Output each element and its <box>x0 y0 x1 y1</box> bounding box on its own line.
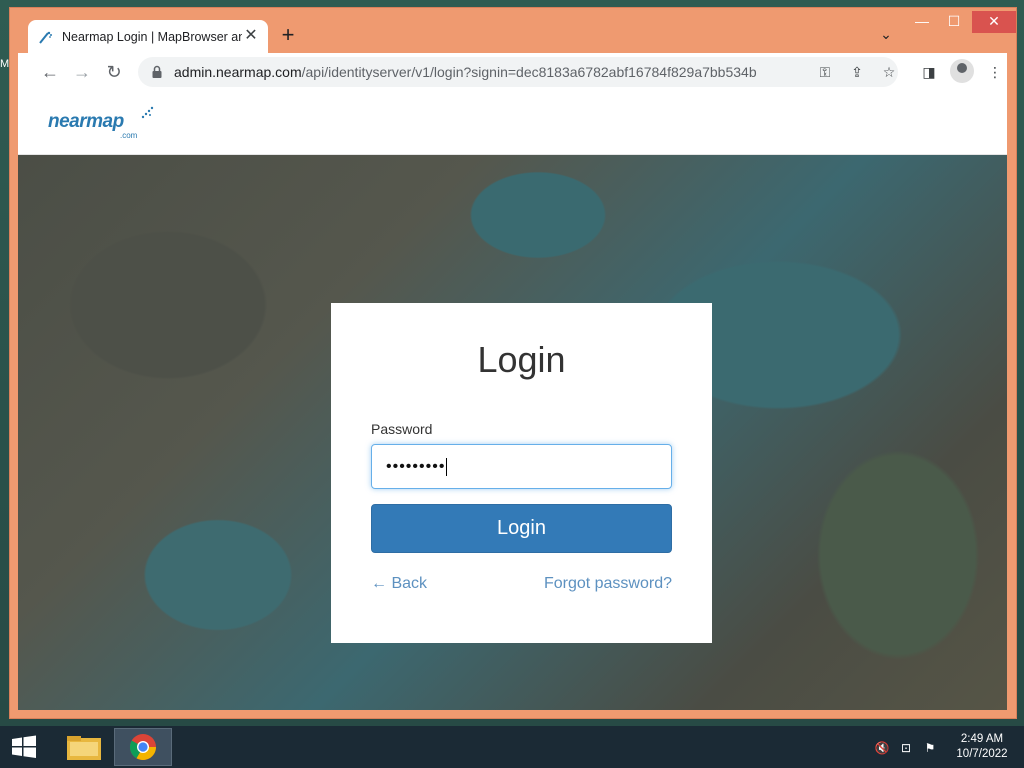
clock-date: 10/7/2022 <box>956 748 1008 760</box>
tab-search-icon[interactable]: ⌄ <box>876 26 896 46</box>
minimize-button[interactable]: — <box>908 11 936 33</box>
browser-window: Nearmap Login | MapBrowser an ✕ + ⌄ — ☐ … <box>9 7 1017 719</box>
desktop-edge-label: M <box>0 58 10 70</box>
system-clock[interactable]: 2:49 AM 10/7/2022 <box>950 732 1014 762</box>
tab-close-icon[interactable]: ✕ <box>242 27 260 45</box>
nearmap-logo[interactable]: nearmap .com <box>48 106 154 141</box>
key-icon[interactable]: ⚿ <box>814 61 836 83</box>
network-icon[interactable]: ⊡ <box>898 740 914 756</box>
side-panel-icon[interactable]: ◨ <box>918 61 940 83</box>
tab-title: Nearmap Login | MapBrowser an <box>62 29 242 44</box>
url-text: admin.nearmap.com/api/identityserver/v1/… <box>174 64 757 80</box>
tab-nearmap-login[interactable]: Nearmap Login | MapBrowser an ✕ <box>28 20 268 53</box>
login-button[interactable]: Login <box>371 504 672 553</box>
windows-taskbar: 🔇 ⊡ ⚑ 2:49 AM 10/7/2022 <box>0 726 1024 768</box>
back-arrow-icon[interactable]: ← <box>38 60 62 84</box>
login-card: Login Password ••••••••• Login ← Back Fo… <box>331 303 712 643</box>
chrome-taskbar-button[interactable] <box>114 728 172 766</box>
text-caret <box>446 457 448 476</box>
action-center-flag-icon[interactable]: ⚑ <box>922 740 938 756</box>
password-value: ••••••••• <box>386 457 446 475</box>
forgot-password-link[interactable]: Forgot password? <box>544 575 672 593</box>
site-header: nearmap .com <box>18 91 1007 155</box>
new-tab-button[interactable]: + <box>276 24 300 48</box>
logo-mark-icon <box>141 106 154 119</box>
password-field[interactable]: ••••••••• <box>371 444 672 489</box>
url-host: admin.nearmap.com <box>174 64 302 80</box>
clock-time: 2:49 AM <box>960 733 1004 745</box>
nearmap-favicon-icon <box>39 31 52 44</box>
lock-icon[interactable] <box>150 65 164 79</box>
bookmark-star-icon[interactable]: ☆ <box>878 61 900 83</box>
folder-icon <box>67 736 101 760</box>
page-viewport: nearmap .com Login Password ••••••••• Lo… <box>18 91 1007 710</box>
close-window-button[interactable]: ✕ <box>972 11 1016 33</box>
maximize-button[interactable]: ☐ <box>940 11 968 33</box>
password-label: Password <box>371 421 433 437</box>
logo-text: nearmap <box>48 111 124 132</box>
reload-icon[interactable]: ↻ <box>102 60 126 84</box>
start-button[interactable] <box>0 726 48 768</box>
profile-avatar-icon[interactable] <box>950 59 974 83</box>
aerial-map-background: Login Password ••••••••• Login ← Back Fo… <box>18 155 1007 710</box>
windows-logo-icon <box>12 735 36 758</box>
volume-muted-icon[interactable]: 🔇 <box>874 740 890 756</box>
chrome-icon <box>129 734 157 761</box>
browser-titlebar: Nearmap Login | MapBrowser an ✕ + ⌄ — ☐ … <box>10 8 1016 53</box>
file-explorer-taskbar-button[interactable] <box>55 728 113 766</box>
forward-arrow-icon[interactable]: → <box>70 60 94 84</box>
back-link[interactable]: ← Back <box>371 575 427 593</box>
address-bar[interactable]: admin.nearmap.com/api/identityserver/v1/… <box>138 57 898 87</box>
url-path: /api/identityserver/v1/login?signin=dec8… <box>301 64 757 80</box>
browser-toolbar: ← → ↻ admin.nearmap.com/api/identityserv… <box>18 53 1007 91</box>
logo-sub: .com <box>120 131 138 140</box>
share-icon[interactable]: ⇪ <box>846 61 868 83</box>
menu-kebab-icon[interactable]: ⋮ <box>984 61 1006 83</box>
login-title: Login <box>477 339 566 380</box>
